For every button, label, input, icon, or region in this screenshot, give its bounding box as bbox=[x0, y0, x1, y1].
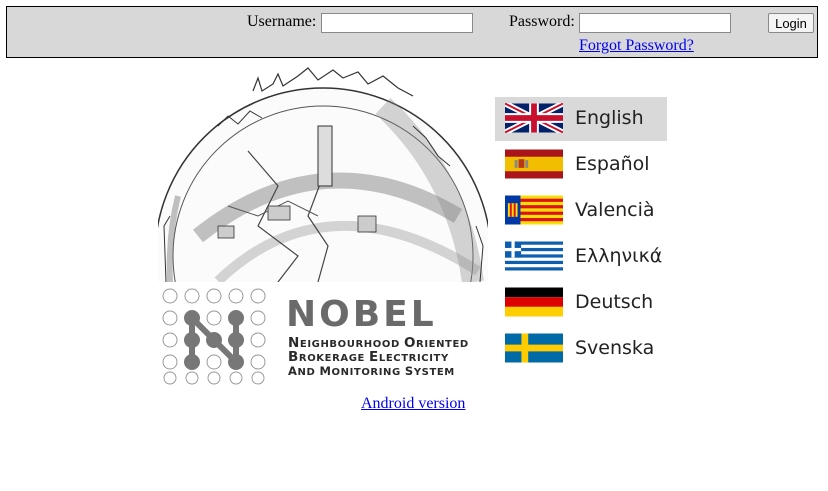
language-label: Español bbox=[575, 153, 650, 175]
login-bar: Username: Password: Login Forgot Passwor… bbox=[6, 6, 818, 58]
language-label: Svenska bbox=[575, 337, 655, 359]
password-label: Password: bbox=[509, 13, 575, 30]
language-valencia[interactable]: Valencià bbox=[495, 189, 667, 233]
logo-subtitle-line-2: BROKERAGE ELECTRICITY bbox=[288, 349, 449, 365]
language-label: Ελληνικά bbox=[575, 245, 663, 267]
sweden-flag-icon bbox=[505, 333, 563, 363]
language-label: Valencià bbox=[575, 199, 655, 221]
forgot-password-link[interactable]: Forgot Password? bbox=[579, 37, 694, 55]
password-input[interactable] bbox=[579, 13, 731, 33]
uk-flag-icon bbox=[505, 103, 563, 133]
login-button[interactable]: Login bbox=[768, 13, 814, 33]
android-version-link[interactable]: Android version bbox=[361, 395, 465, 413]
logo-title: NOBEL bbox=[286, 294, 437, 335]
language-label: English bbox=[575, 107, 644, 129]
username-label: Username: bbox=[247, 13, 317, 30]
language-label: Deutsch bbox=[575, 291, 654, 313]
nobel-logo: NOBEL NEIGHBOURHOOD ORIENTED BROKERAGE E… bbox=[158, 66, 488, 388]
greece-flag-icon bbox=[505, 241, 563, 271]
nobel-n-filled-icon bbox=[184, 310, 244, 370]
language-ellinika[interactable]: Ελληνικά bbox=[495, 235, 667, 279]
logo-subtitle-line-3: AND MONITORING SYSTEM bbox=[288, 364, 455, 378]
language-deutsch[interactable]: Deutsch bbox=[495, 281, 667, 325]
username-input[interactable] bbox=[321, 13, 473, 33]
language-svenska[interactable]: Svenska bbox=[495, 327, 667, 371]
language-espanol[interactable]: Español bbox=[495, 143, 667, 187]
spain-flag-icon bbox=[505, 149, 563, 179]
germany-flag-icon bbox=[505, 287, 563, 317]
valencia-flag-icon bbox=[505, 195, 563, 225]
language-english[interactable]: English bbox=[495, 97, 667, 141]
